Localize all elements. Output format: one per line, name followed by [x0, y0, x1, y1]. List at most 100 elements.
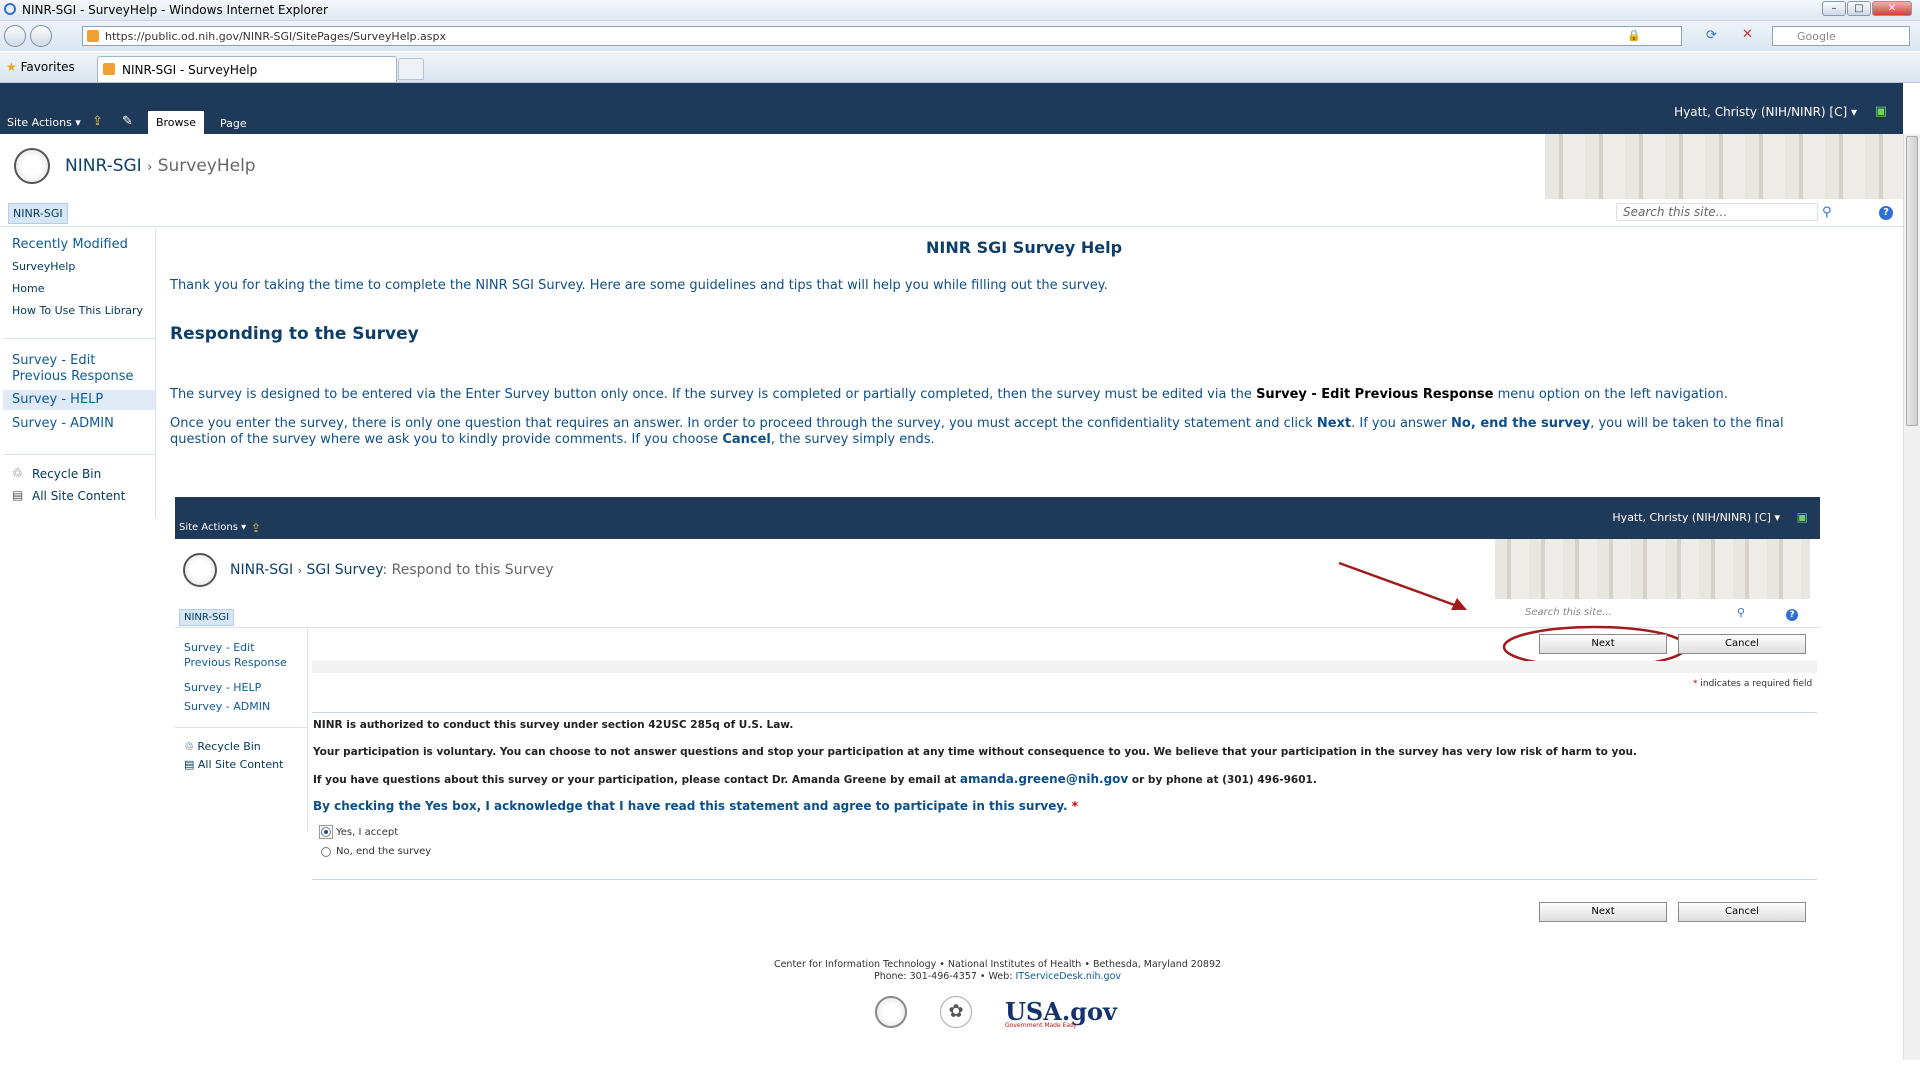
recent-item-how-to-use[interactable]: How To Use This Library — [12, 304, 143, 317]
screenshot-toolbar-band — [312, 661, 1817, 673]
all-site-content-link[interactable]: All Site Content — [32, 489, 125, 503]
screenshot-voluntary-text: Your participation is voluntary. You can… — [313, 746, 1637, 758]
minimize-button[interactable]: – — [1822, 1, 1846, 16]
nav-survey-edit[interactable]: Survey - Edit Previous Response — [12, 353, 142, 385]
screenshot-search: Search this site... — [1525, 607, 1685, 623]
recycle-bin-link[interactable]: Recycle Bin — [32, 467, 101, 481]
site-actions-label: Site Actions — [7, 116, 72, 129]
close-window-button[interactable]: ✕ — [1872, 1, 1912, 16]
screenshot-header-image — [1495, 539, 1810, 599]
help-icon[interactable]: ? — [1879, 206, 1893, 220]
screenshot-next-button-bottom: Next — [1539, 902, 1667, 922]
p1-text-end: menu option on the left navigation. — [1493, 387, 1728, 402]
scrollbar-thumb[interactable] — [1906, 136, 1918, 426]
p1-bold-menu-name: Survey - Edit Previous Response — [1256, 387, 1494, 402]
top-nav-ninr-sgi[interactable]: NINR-SGI — [8, 203, 68, 224]
footer-usagov-logo: USA.gov Government Made Easy — [1005, 997, 1117, 1029]
screenshot-footer-line1: Center for Information Technology • Nati… — [773, 959, 1222, 970]
screenshot-left-nav: Survey - Edit Previous Response Survey - … — [175, 627, 308, 832]
screenshot-question-text: By checking the Yes box, I acknowledge t… — [313, 799, 1068, 813]
nav-divider — [3, 338, 155, 339]
screenshot-next-button-top: Next — [1539, 634, 1667, 654]
screenshot-required-note: * indicates a required field — [1693, 679, 1812, 689]
screenshot-nih-seal-logo — [183, 553, 217, 587]
screenshot-user-name: Hyatt, Christy (NIH/NINR) [C] — [1612, 511, 1771, 524]
screenshot-site-actions: Site Actions ▾ — [179, 522, 247, 533]
address-bar[interactable]: https://public.od.nih.gov/NINR-SGI/SiteP… — [82, 26, 1682, 46]
intro-text: Thank you for taking the time to complet… — [170, 278, 1108, 293]
screenshot-nav-edit: Survey - Edit Previous Response — [184, 640, 287, 670]
edit-page-icon[interactable]: ✎ — [122, 114, 133, 129]
paragraph-proceed: Once you enter the survey, there is only… — [170, 416, 1890, 448]
screenshot-form-divider-bottom — [312, 879, 1817, 880]
screenshot-footer-link: ITServiceDesk.nih.gov — [1015, 971, 1122, 982]
recent-item-surveyhelp[interactable]: SurveyHelp — [12, 260, 75, 273]
screenshot-nav-edit-line1: Survey - Edit — [184, 641, 255, 654]
site-search-input[interactable]: Search this site... — [1616, 203, 1818, 221]
site-header: NINR-SGI › SurveyHelp — [0, 134, 1903, 201]
screenshot-all-site-content-label: All Site Content — [197, 758, 284, 771]
site-search-placeholder: Search this site... — [1623, 205, 1728, 219]
screenshot-radio-yes-label: Yes, I accept — [336, 827, 399, 838]
new-tab-button[interactable] — [398, 58, 424, 80]
browser-tab[interactable]: NINR-SGI - SurveyHelp — [97, 56, 397, 82]
p2-text: , you will be taken to the final — [1590, 416, 1784, 431]
breadcrumb-separator: › — [147, 160, 153, 175]
screenshot-cancel-button-bottom: Cancel — [1678, 902, 1806, 922]
recycle-bin-icon: ♲ — [12, 466, 23, 480]
p2-text: . If you answer — [1351, 416, 1452, 431]
screenshot-nav-divider — [175, 727, 307, 728]
back-button[interactable] — [4, 25, 26, 47]
screenshot-question: By checking the Yes box, I acknowledge t… — [313, 799, 1078, 813]
navigate-up-icon[interactable]: ⇪ — [92, 114, 103, 129]
vertical-scrollbar[interactable] — [1903, 134, 1920, 1060]
browser-tab-title: NINR-SGI - SurveyHelp — [122, 63, 258, 77]
p2-text-end: , the survey simply ends. — [770, 432, 935, 447]
favorites-button[interactable]: ★ Favorites — [6, 60, 75, 74]
forward-button[interactable] — [30, 25, 52, 47]
screenshot-footer: Center for Information Technology • Nati… — [175, 959, 1820, 983]
nav-survey-help[interactable]: Survey - HELP — [12, 392, 103, 407]
tab-favicon-icon — [103, 63, 115, 75]
screenshot-search-placeholder: Search this site... — [1525, 607, 1612, 618]
nav-survey-admin[interactable]: Survey - ADMIN — [12, 416, 114, 431]
annotation-arrow-icon — [1338, 561, 1467, 610]
screenshot-contact-b: or by phone at (301) 496-9601. — [1128, 774, 1317, 786]
tab-page[interactable]: Page — [220, 117, 247, 130]
search-go-icon[interactable]: ⚲ — [1822, 205, 1832, 220]
refresh-icon[interactable]: ⟳ — [1706, 28, 1717, 43]
breadcrumb-site-link[interactable]: NINR-SGI — [65, 156, 142, 176]
site-actions-menu[interactable]: Site Actions ▾ — [7, 116, 81, 129]
search-input[interactable]: Google — [1772, 26, 1910, 46]
address-toolbar: https://public.od.nih.gov/NINR-SGI/SiteP… — [0, 21, 1920, 51]
maximize-button[interactable]: □ — [1847, 1, 1871, 16]
screenshot-breadcrumb: NINR-SGI › SGI Survey: Respond to this S… — [230, 562, 554, 578]
social-tags-icon[interactable]: ▣ — [1875, 104, 1887, 119]
p2-text: question of the survey where we ask you … — [170, 432, 723, 447]
nih-seal-logo[interactable] — [14, 148, 50, 184]
screenshot-breadcrumb-site: NINR-SGI — [230, 562, 294, 578]
user-menu[interactable]: Hyatt, Christy (NIH/NINR) [C] ▾ — [1674, 105, 1857, 119]
screenshot-navigate-up-icon: ⇪ — [251, 521, 262, 535]
screenshot-search-icon: ⚲ — [1737, 606, 1746, 619]
screenshot-breadcrumb-sep: › — [297, 564, 303, 577]
search-placeholder: Google — [1797, 30, 1836, 43]
star-icon: ★ — [6, 60, 17, 74]
page-title: NINR SGI Survey Help — [926, 238, 1123, 257]
lock-icon[interactable]: 🔒 — [1627, 29, 1641, 42]
screenshot-all-site-content: ▤ All Site Content — [184, 758, 284, 771]
screenshot-help-icon: ? — [1786, 609, 1798, 621]
screenshot-ribbon: Site Actions ▾ ⇪ Hyatt, Christy (NIH/NIN… — [175, 497, 1820, 539]
tab-browse[interactable]: Browse — [148, 111, 204, 134]
screenshot-cancel-button-top: Cancel — [1678, 634, 1806, 654]
screenshot-nav-edit-line2: Previous Response — [184, 656, 287, 669]
screenshot-user: Hyatt, Christy (NIH/NINR) [C] ▾ — [1612, 511, 1780, 524]
stop-icon[interactable]: ✕ — [1742, 27, 1753, 42]
screenshot-social-icon: ▣ — [1796, 510, 1808, 524]
sharepoint-ribbon: Site Actions ▾ ⇪ ✎ Browse Page Hyatt, Ch… — [0, 83, 1903, 134]
screenshot-radio-no — [321, 847, 331, 857]
favorites-label: Favorites — [20, 60, 75, 74]
recent-item-home[interactable]: Home — [12, 282, 44, 295]
screenshot-contact-email: amanda.greene@nih.gov — [959, 772, 1129, 786]
screenshot-auth-text: NINR is authorized to conduct this surve… — [313, 719, 794, 731]
